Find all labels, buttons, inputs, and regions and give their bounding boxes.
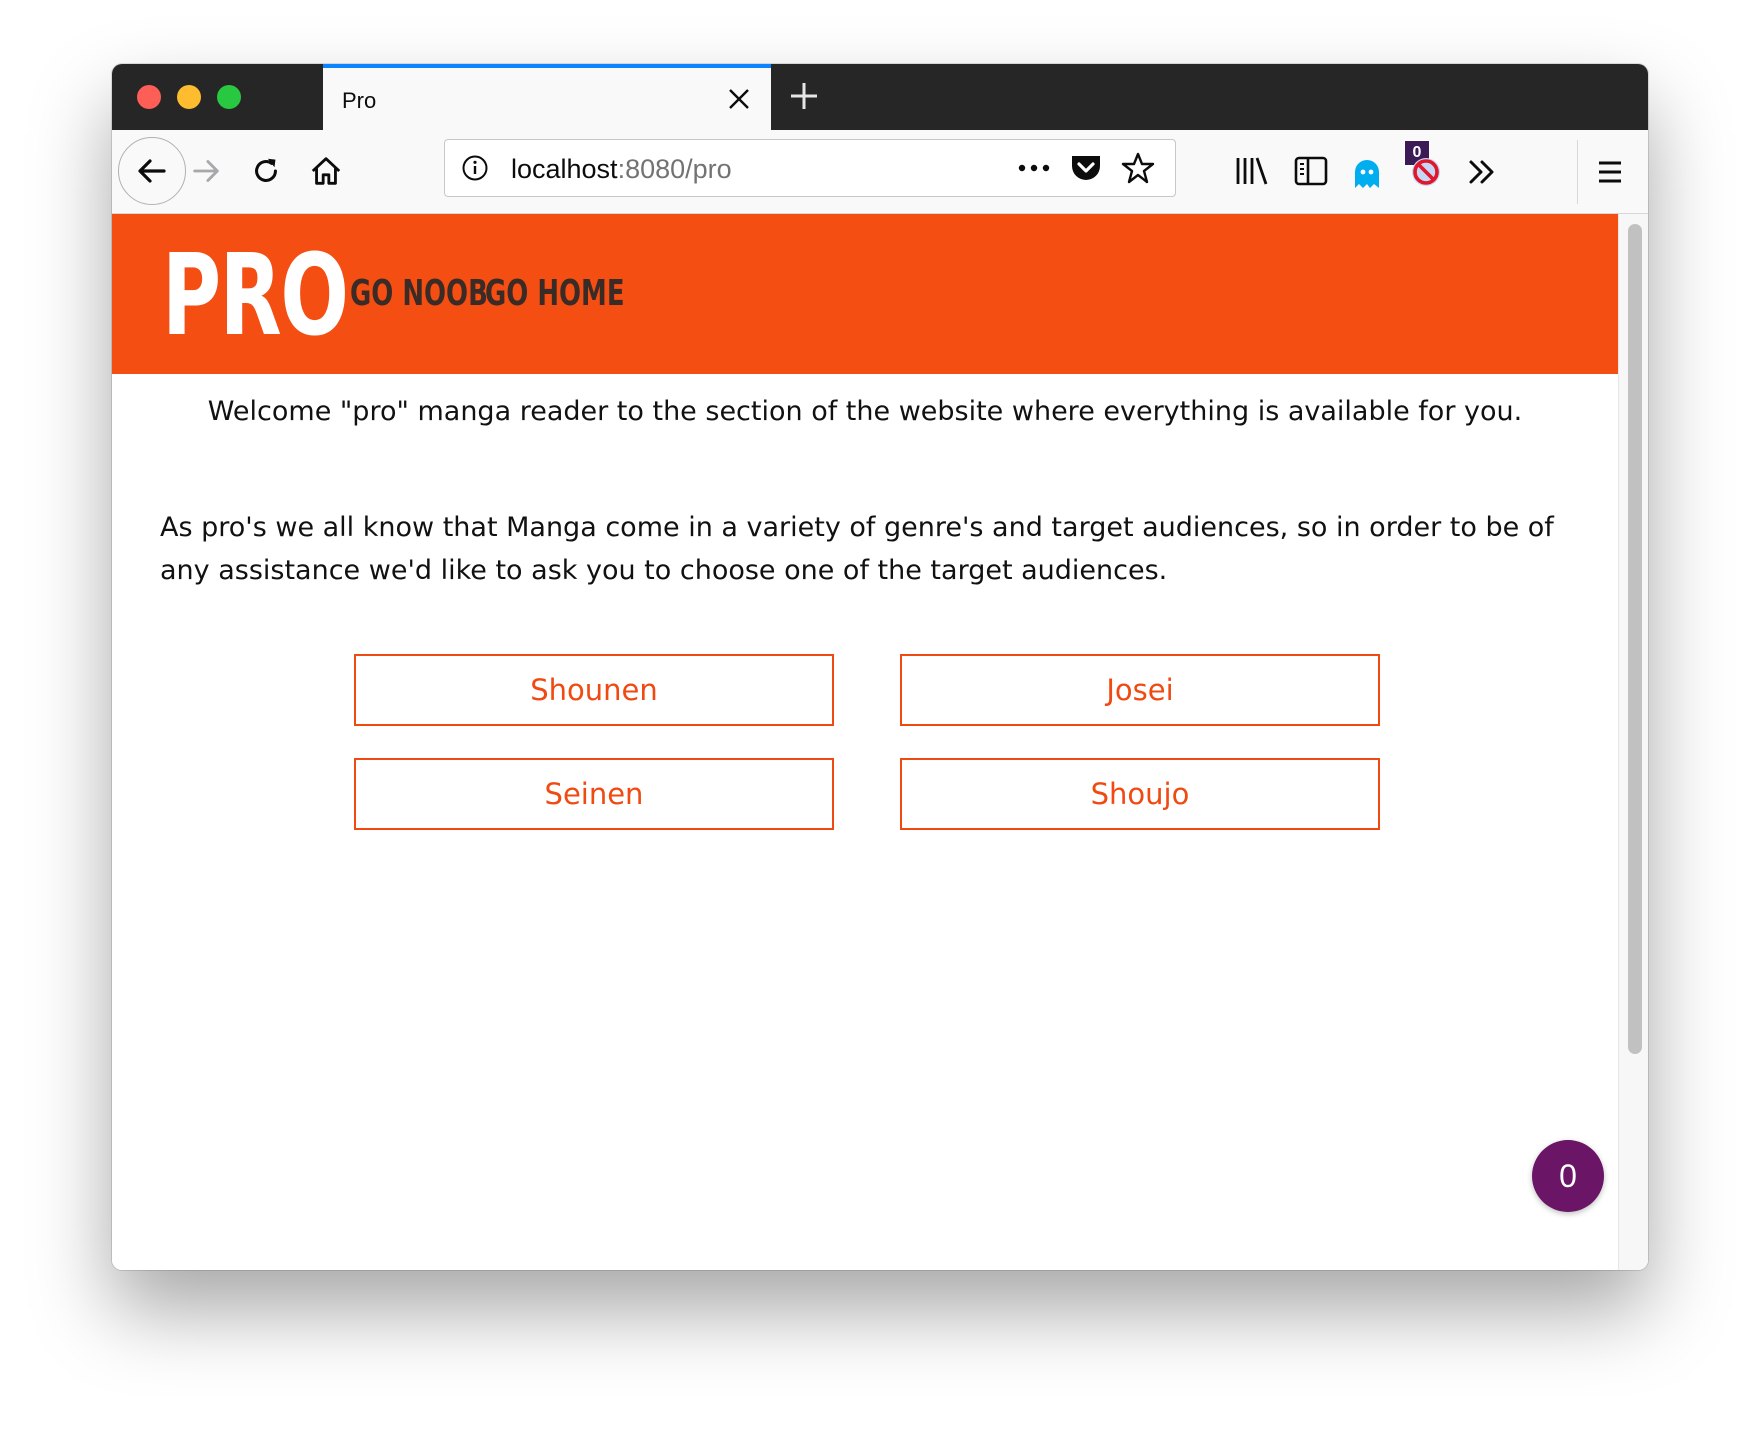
- tab-title: Pro: [342, 88, 377, 113]
- url-text[interactable]: localhost:8080/pro: [511, 154, 732, 185]
- chevron-double-right-icon[interactable]: [1466, 156, 1498, 188]
- site-logo[interactable]: PRO: [162, 240, 349, 352]
- forward-arrow-icon: [193, 160, 219, 182]
- seinen-button[interactable]: Seinen: [354, 758, 834, 830]
- intro-paragraph: As pro's we all know that Manga come in …: [160, 512, 1554, 586]
- pocket-icon[interactable]: [1069, 152, 1103, 184]
- shounen-button[interactable]: Shounen: [354, 654, 834, 726]
- nav-go-home[interactable]: GO HOME: [485, 276, 625, 312]
- more-horizontal-icon[interactable]: [1017, 160, 1051, 176]
- page-viewport: PRO GO NOOB GO HOME Welcome "pro" manga …: [112, 214, 1648, 1270]
- home-icon: [311, 157, 341, 185]
- url-path: :8080/pro: [617, 154, 732, 184]
- close-icon[interactable]: [726, 86, 752, 112]
- plus-icon[interactable]: [786, 78, 822, 114]
- url-host: localhost: [511, 154, 618, 184]
- site-header: PRO GO NOOB GO HOME: [112, 214, 1618, 374]
- welcome-message: Welcome "pro" manga reader to the sectio…: [207, 396, 1523, 427]
- shoujo-button[interactable]: Shoujo: [900, 758, 1380, 830]
- zoom-window-button[interactable]: [217, 85, 241, 109]
- home-button[interactable]: [308, 153, 344, 189]
- back-button[interactable]: [118, 137, 186, 205]
- minimize-window-button[interactable]: [177, 85, 201, 109]
- josei-button[interactable]: Josei: [900, 654, 1380, 726]
- star-icon[interactable]: [1121, 151, 1155, 185]
- browser-window: Pro localhost:8080/pro 0 PRO GO NOOB GO …: [112, 64, 1648, 1270]
- tab-strip: Pro: [112, 64, 1648, 130]
- floating-counter-button[interactable]: 0: [1532, 1140, 1604, 1212]
- back-arrow-icon: [138, 159, 166, 183]
- navigation-toolbar: localhost:8080/pro 0: [112, 130, 1648, 214]
- sidebar-icon[interactable]: [1294, 156, 1328, 186]
- scrollbar-thumb[interactable]: [1628, 224, 1642, 1054]
- hamburger-menu-icon[interactable]: [1596, 158, 1624, 186]
- url-bar[interactable]: localhost:8080/pro: [444, 139, 1176, 197]
- library-icon[interactable]: [1234, 154, 1270, 188]
- nav-go-noob[interactable]: GO NOOB: [350, 276, 488, 312]
- reload-icon: [255, 158, 277, 182]
- tab-pro[interactable]: Pro: [323, 64, 771, 130]
- ghost-icon[interactable]: [1352, 158, 1382, 192]
- reload-button[interactable]: [248, 153, 284, 189]
- info-icon[interactable]: [461, 154, 489, 182]
- close-window-button[interactable]: [137, 85, 161, 109]
- block-icon[interactable]: [1408, 154, 1444, 190]
- forward-button[interactable]: [188, 153, 224, 189]
- toolbar-separator: [1577, 140, 1578, 204]
